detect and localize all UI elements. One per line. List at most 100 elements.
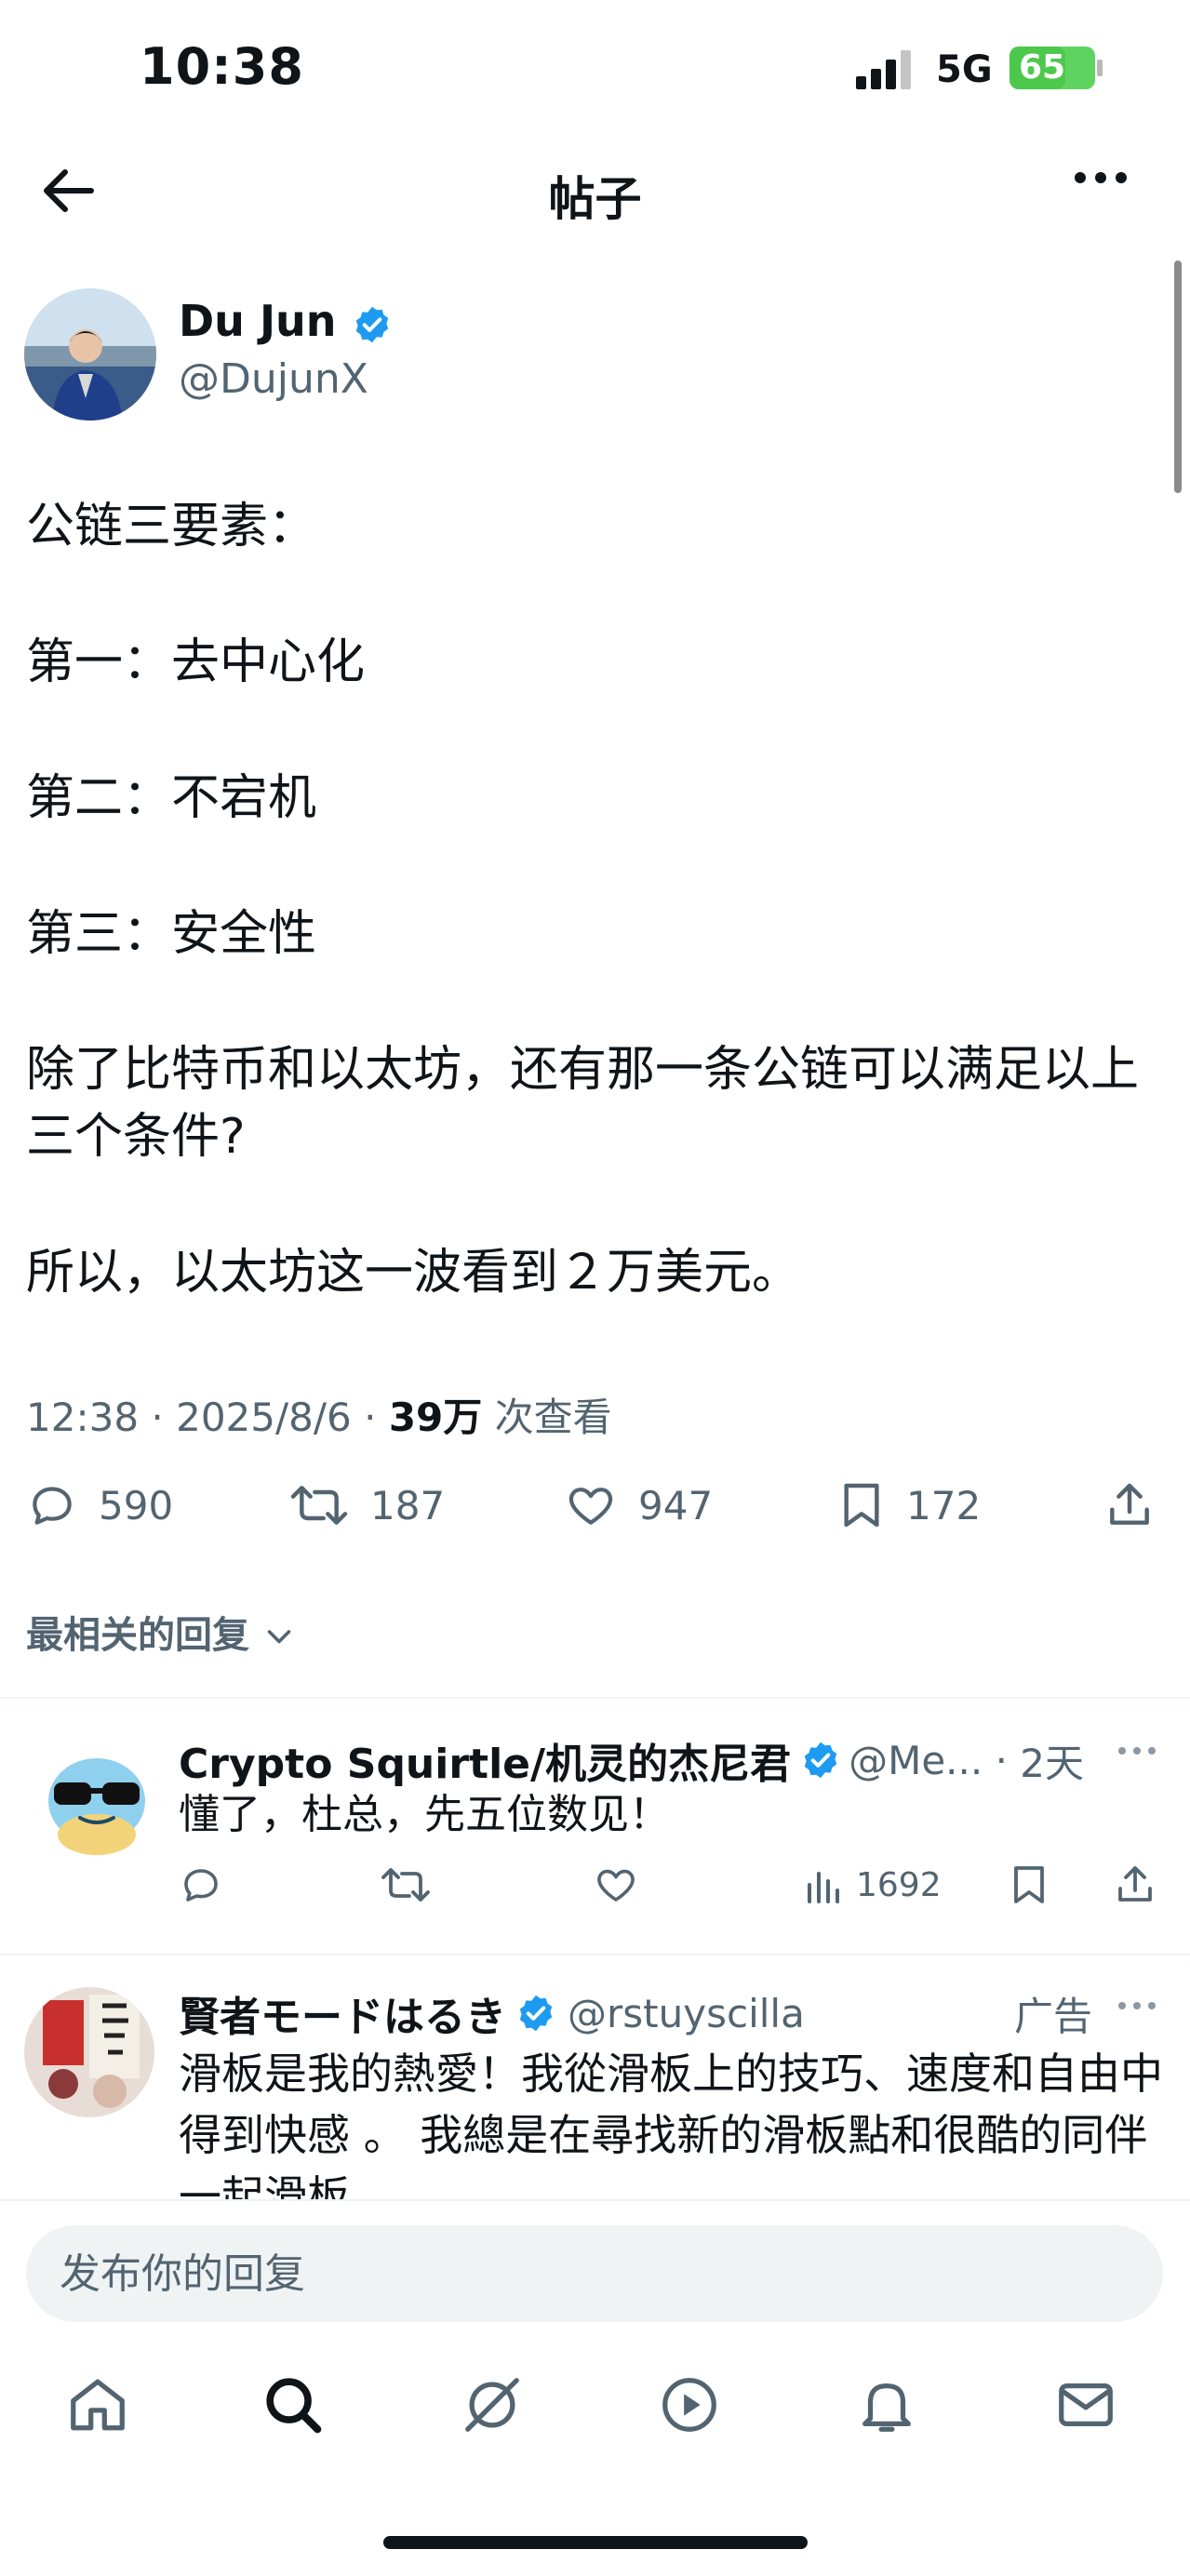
tab-messages[interactable] [1044, 2363, 1128, 2447]
reply-button[interactable]: 590 [26, 1479, 173, 1531]
reply-time: 2天 [1020, 1740, 1085, 1786]
repost-icon [381, 1868, 430, 1902]
page-title: 帖子 [548, 172, 642, 226]
tab-search[interactable] [251, 2363, 335, 2447]
verified-badge-icon [355, 306, 388, 342]
reply-repost-button[interactable] [380, 1862, 432, 1907]
heart-icon [568, 1488, 613, 1525]
reply-author-handle[interactable]: @rstuyscilla [568, 1991, 805, 2036]
more-icon [1118, 1747, 1156, 1755]
battery-icon: 65 [1009, 47, 1103, 89]
reply-author-name[interactable]: 賢者モードはるき [179, 1983, 506, 2043]
repost-icon [290, 1486, 348, 1525]
author-avatar[interactable] [24, 288, 156, 420]
reply-sort-dropdown[interactable]: 最相关的回复 [26, 1605, 296, 1659]
status-time: 10:38 [140, 37, 304, 96]
reply-author-name[interactable]: Crypto Squirtle/机灵的杰尼君 [179, 1730, 791, 1790]
bookmark-count: 172 [906, 1482, 982, 1528]
author-name-text: Du Jun [179, 296, 337, 346]
share-icon [1118, 1866, 1152, 1902]
bookmark-button[interactable]: 172 [837, 1479, 981, 1531]
more-dot [1075, 172, 1086, 183]
post-actions: 590 187 947 172 [0, 1479, 1190, 1544]
more-dot [1095, 172, 1106, 183]
reply-more-button[interactable] [1115, 1732, 1159, 1773]
reply-bookmark-button[interactable] [1009, 1862, 1050, 1907]
play-icon [662, 2378, 716, 2432]
more-options-button[interactable] [1070, 169, 1135, 216]
divider [0, 2199, 1190, 2201]
bottom-tab-bar [0, 2363, 1190, 2465]
reply-icon [33, 1487, 72, 1525]
tab-home[interactable] [56, 2363, 140, 2447]
reply-author-handle[interactable]: @Me... [849, 1738, 983, 1783]
reply-header: Crypto Squirtle/机灵的杰尼君 @Me... · 2天 [179, 1730, 1109, 1790]
home-icon [71, 2379, 125, 2431]
reply-header: 賢者モードはるき @rstuyscilla [179, 1983, 1016, 2043]
reply-input[interactable] [26, 2225, 1163, 2322]
reply-text: 滑板是我的熱愛！我從滑板上的技巧、速度和自由中得到快感 。 我總是在尋找新的滑板… [179, 2049, 1163, 2199]
tab-notifications[interactable] [845, 2363, 929, 2447]
verified-badge-icon [519, 1995, 553, 2032]
reply-item[interactable]: Crypto Squirtle/机灵的杰尼君 @Me... · 2天 懂了，杜总… [0, 1699, 1190, 1955]
bell-icon [862, 2382, 911, 2432]
verified-badge-icon [804, 1742, 837, 1779]
reply-views-button[interactable]: 1692 [804, 1862, 942, 1907]
avatar-image [24, 288, 156, 420]
separator-dot: · [983, 1737, 1021, 1783]
avatar-image [24, 1987, 154, 2117]
reply-like-button[interactable] [594, 1862, 638, 1907]
post-time: 12:38 [26, 1395, 140, 1440]
reply-sort-label: 最相关的回复 [26, 1614, 249, 1657]
post-line: 第三：安全性 [26, 906, 317, 962]
reply-more-button[interactable] [1115, 1987, 1159, 2028]
author-handle[interactable]: @DujunX [179, 355, 368, 403]
reply-reply-button[interactable] [179, 1862, 223, 1907]
battery-tip [1097, 60, 1103, 76]
reply-avatar[interactable] [24, 1987, 154, 2117]
post-text: 公链三要素： 第一：去中心化 第二：不宕机 第三：安全性 除了比特币和以太坊，还… [26, 493, 1161, 1375]
post-line: 所以，以太坊这一波看到２万美元。 [26, 1245, 801, 1301]
heart-icon [597, 1869, 635, 1902]
search-icon [266, 2378, 322, 2434]
battery-percent: 65 [1019, 48, 1066, 87]
share-button[interactable] [1103, 1479, 1176, 1531]
post-date: 2025/8/6 [176, 1395, 352, 1440]
repost-button[interactable]: 187 [288, 1479, 445, 1531]
ad-label: 广告 [1014, 1994, 1093, 2039]
squirtle-avatar-image [32, 1732, 162, 1862]
reply-share-button[interactable] [1113, 1862, 1157, 1907]
mail-icon [1059, 2382, 1113, 2427]
reply-composer[interactable] [26, 2225, 1163, 2322]
author-name[interactable]: Du Jun [179, 296, 393, 346]
post-meta: 12:38 · 2025/8/6 · 39万 次查看 [26, 1395, 612, 1440]
reply-view-count: 1692 [856, 1865, 942, 1904]
chevron-down-icon [267, 1630, 291, 1644]
home-indicator[interactable] [383, 2536, 808, 2549]
more-icon [1118, 2002, 1156, 2009]
scrollbar[interactable] [1174, 260, 1182, 493]
repost-count: 187 [370, 1482, 446, 1528]
reply-text: 懂了，杜总，先五位数见！ [179, 1791, 670, 1838]
post-line: 第二：不宕机 [26, 770, 317, 826]
tab-video[interactable] [648, 2363, 731, 2447]
analytics-icon [808, 1872, 839, 1903]
bookmark-icon [1014, 1866, 1044, 1903]
tab-grok[interactable] [450, 2363, 534, 2447]
share-icon [1110, 1483, 1149, 1525]
more-dot [1116, 172, 1127, 183]
signal-icon [856, 50, 911, 89]
reply-avatar[interactable] [32, 1732, 162, 1862]
post-line: 公链三要素： [26, 499, 317, 554]
views-suffix: 次查看 [494, 1395, 612, 1440]
grok-icon [465, 2378, 519, 2432]
bookmark-icon [844, 1483, 879, 1528]
like-count: 947 [638, 1482, 714, 1528]
post-views[interactable]: 39万 [389, 1395, 482, 1440]
post-line: 除了比特币和以太坊，还有那一条公链可以满足以上三个条件? [26, 1042, 1140, 1165]
like-button[interactable]: 947 [564, 1479, 713, 1531]
reply-count: 590 [99, 1482, 174, 1528]
reply-item-ad[interactable]: 賢者モードはるき @rstuyscilla 广告 滑板是我的熱愛！我從滑板上的技… [0, 1955, 1190, 2199]
network-label: 5G [936, 48, 993, 91]
post-line: 第一：去中心化 [26, 634, 366, 690]
